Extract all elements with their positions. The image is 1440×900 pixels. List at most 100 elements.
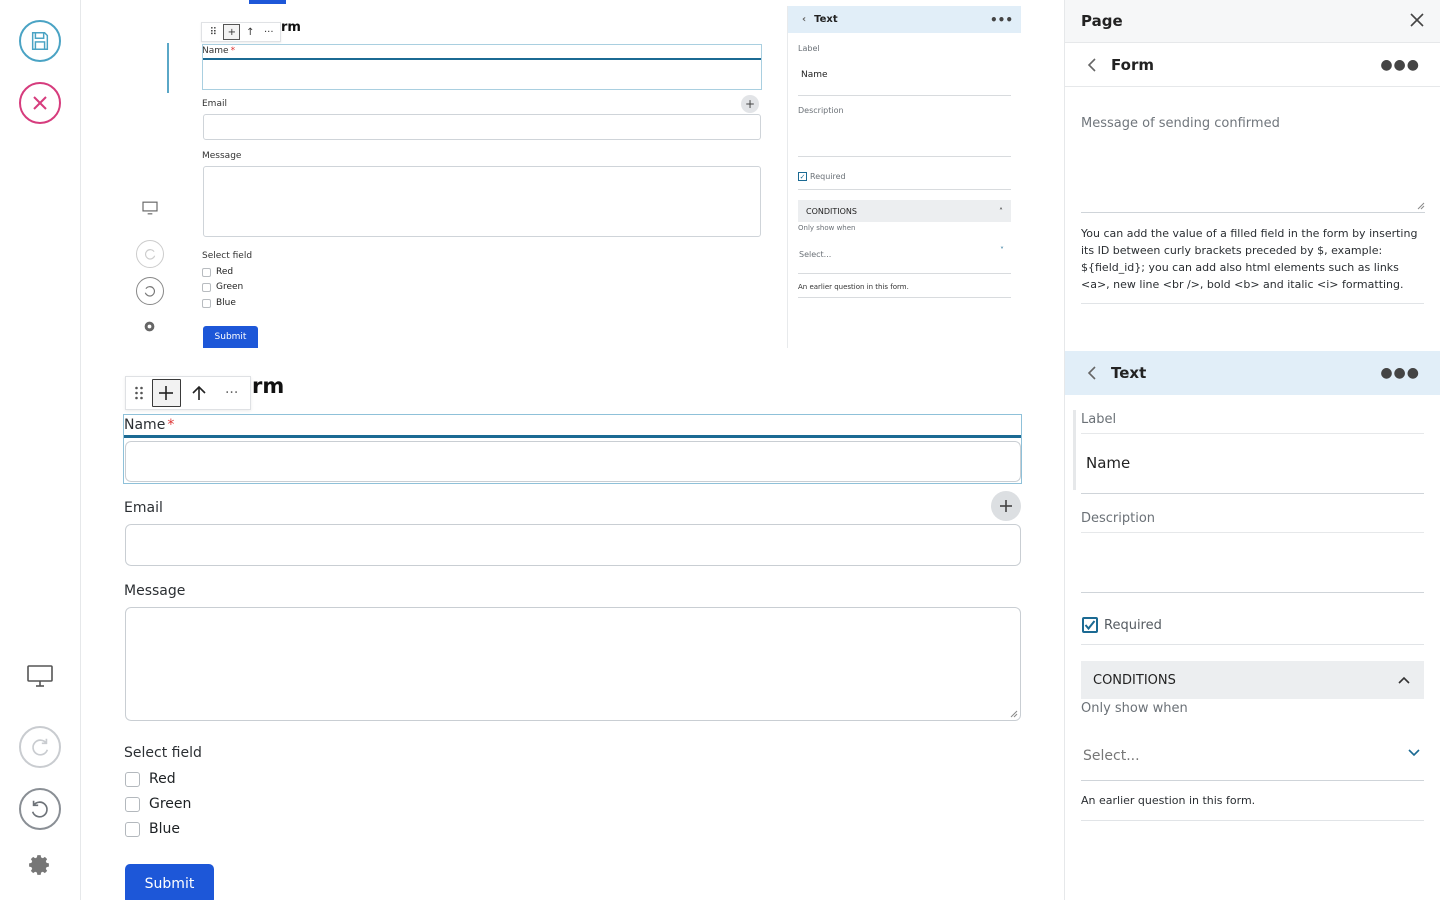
conditions-accordion[interactable]: CONDITIONS [1081,661,1424,699]
panel-scroll-indicator [1073,410,1076,490]
active-field-underline [124,435,1021,438]
active-tab-indicator [249,0,286,4]
required-checkbox[interactable] [1082,617,1098,633]
gear-icon[interactable] [27,853,51,877]
label-field-input[interactable]: Name [1086,454,1130,472]
option-blue[interactable]: Blue [125,821,180,837]
checkbox[interactable] [125,796,140,812]
mini-form-title: rm [281,20,301,35]
condition-help-text: An earlier question in this form. [1081,794,1256,807]
select-field-label: Select field [124,745,202,761]
checkbox[interactable] [125,821,140,837]
close-panel-button[interactable] [1410,12,1424,31]
more-options-button[interactable]: ··· [217,379,246,407]
condition-select[interactable]: Select... [1081,732,1424,781]
undo-icon [31,800,48,818]
checkbox[interactable] [125,771,140,787]
mini-more-icon: ··· [263,26,274,38]
mini-email-label: Email [202,99,227,109]
save-button[interactable] [19,20,61,62]
text-section-header[interactable]: Text ●●● [1065,351,1440,395]
mini-undo-icon [136,277,164,305]
more-icon[interactable]: ●●● [1380,365,1420,381]
mini-option-blue: Blue [202,298,236,308]
mini-label-label: Label [798,44,820,53]
mini-drag-icon: ⠿ [209,26,217,38]
message-help-text: You can add the value of a filled field … [1081,227,1418,291]
mini-conditions-header: CONDITIONS ˄ [798,200,1011,222]
mini-selected-outline [202,44,762,90]
description-field-label: Description [1081,511,1156,526]
message-textarea[interactable] [125,607,1021,721]
monitor-icon[interactable] [24,662,56,690]
preview-thumbnail: ⠿ + ↑ ··· rm Name * Email Message Select … [81,0,1064,348]
mini-only-show-when: Only show when [798,224,856,232]
chevron-up-icon [1398,676,1410,684]
chevron-down-icon [1408,749,1420,757]
editor-canvas: ⠿ + ↑ ··· rm Name * Email Message Select … [81,0,1064,900]
confirmation-message-textarea[interactable]: Message of sending confirmed [1081,108,1425,213]
close-icon [33,96,47,110]
required-toggle[interactable]: Required [1082,617,1162,633]
condition-select-placeholder: Select... [1083,748,1140,764]
mini-required-row: ✓ Required [798,172,846,181]
resize-handle-icon[interactable] [1417,202,1425,210]
close-icon [1410,12,1424,27]
form-title: rm [252,374,285,398]
redo-icon [32,738,49,756]
mini-block-toolbar: ⠿ + ↑ ··· [201,22,281,42]
form-section-header[interactable]: Form ●●● [1065,43,1440,87]
conditions-label: CONDITIONS [1093,672,1176,688]
description-input[interactable] [1081,535,1424,591]
mini-settings-panel: ‹ Text ••• Label Name Description ✓ Requ… [787,6,1021,348]
option-red[interactable]: Red [125,771,176,787]
mini-chevron-left-icon: ‹ [802,14,807,25]
block-toolbar: ··· [125,376,251,410]
more-icon[interactable]: ●●● [1380,57,1420,73]
message-label: Message [124,583,186,599]
mini-description-label: Description [798,106,844,115]
mini-message-input [203,166,761,237]
mini-option-green: Green [202,282,243,292]
name-label: Name * [124,417,175,433]
email-input[interactable] [125,524,1021,566]
move-up-button[interactable] [185,379,214,407]
redo-button[interactable] [19,726,61,768]
close-button[interactable] [19,82,61,124]
mini-condition-help: An earlier question in this form. [798,283,909,291]
chevron-left-icon[interactable] [1087,57,1097,72]
confirmation-message-placeholder: Message of sending confirmed [1081,116,1280,131]
panel-header: Page [1065,0,1440,43]
mini-monitor-icon [140,200,160,216]
submit-button[interactable]: Submit [125,864,214,900]
mini-chevron-down-icon: ˅ [1000,246,1004,255]
mini-arrow-up-icon: ↑ [246,26,255,38]
add-field-button[interactable] [991,491,1021,521]
settings-panel: Page Form ●●● Message of sending confirm… [1064,0,1440,900]
email-label: Email [124,500,163,516]
plus-icon [159,386,174,400]
undo-button[interactable] [19,788,61,830]
mini-accent-bar [167,43,169,93]
left-rail [0,0,81,900]
check-icon [1084,620,1096,631]
panel-title: Page [1081,12,1123,30]
mini-email-input [203,114,761,140]
drag-handle-icon[interactable] [130,379,148,407]
mini-more-icon: ••• [989,12,1013,27]
mini-message-label: Message [202,151,242,161]
label-field-label: Label [1081,412,1117,427]
only-show-when-label: Only show when [1081,701,1188,716]
add-block-button[interactable] [151,379,181,407]
save-icon [31,32,49,50]
form-section-title: Form [1111,55,1154,74]
chevron-left-icon[interactable] [1087,366,1097,380]
arrow-up-icon [192,385,206,400]
mini-select-label: Select field [202,251,253,261]
mini-add-icon: + [741,95,759,113]
option-green[interactable]: Green [125,796,191,812]
mini-required-checkbox: ✓ [798,172,807,181]
name-input[interactable] [125,441,1021,482]
resize-handle-icon[interactable] [1010,710,1018,718]
mini-option-red: Red [202,267,233,277]
